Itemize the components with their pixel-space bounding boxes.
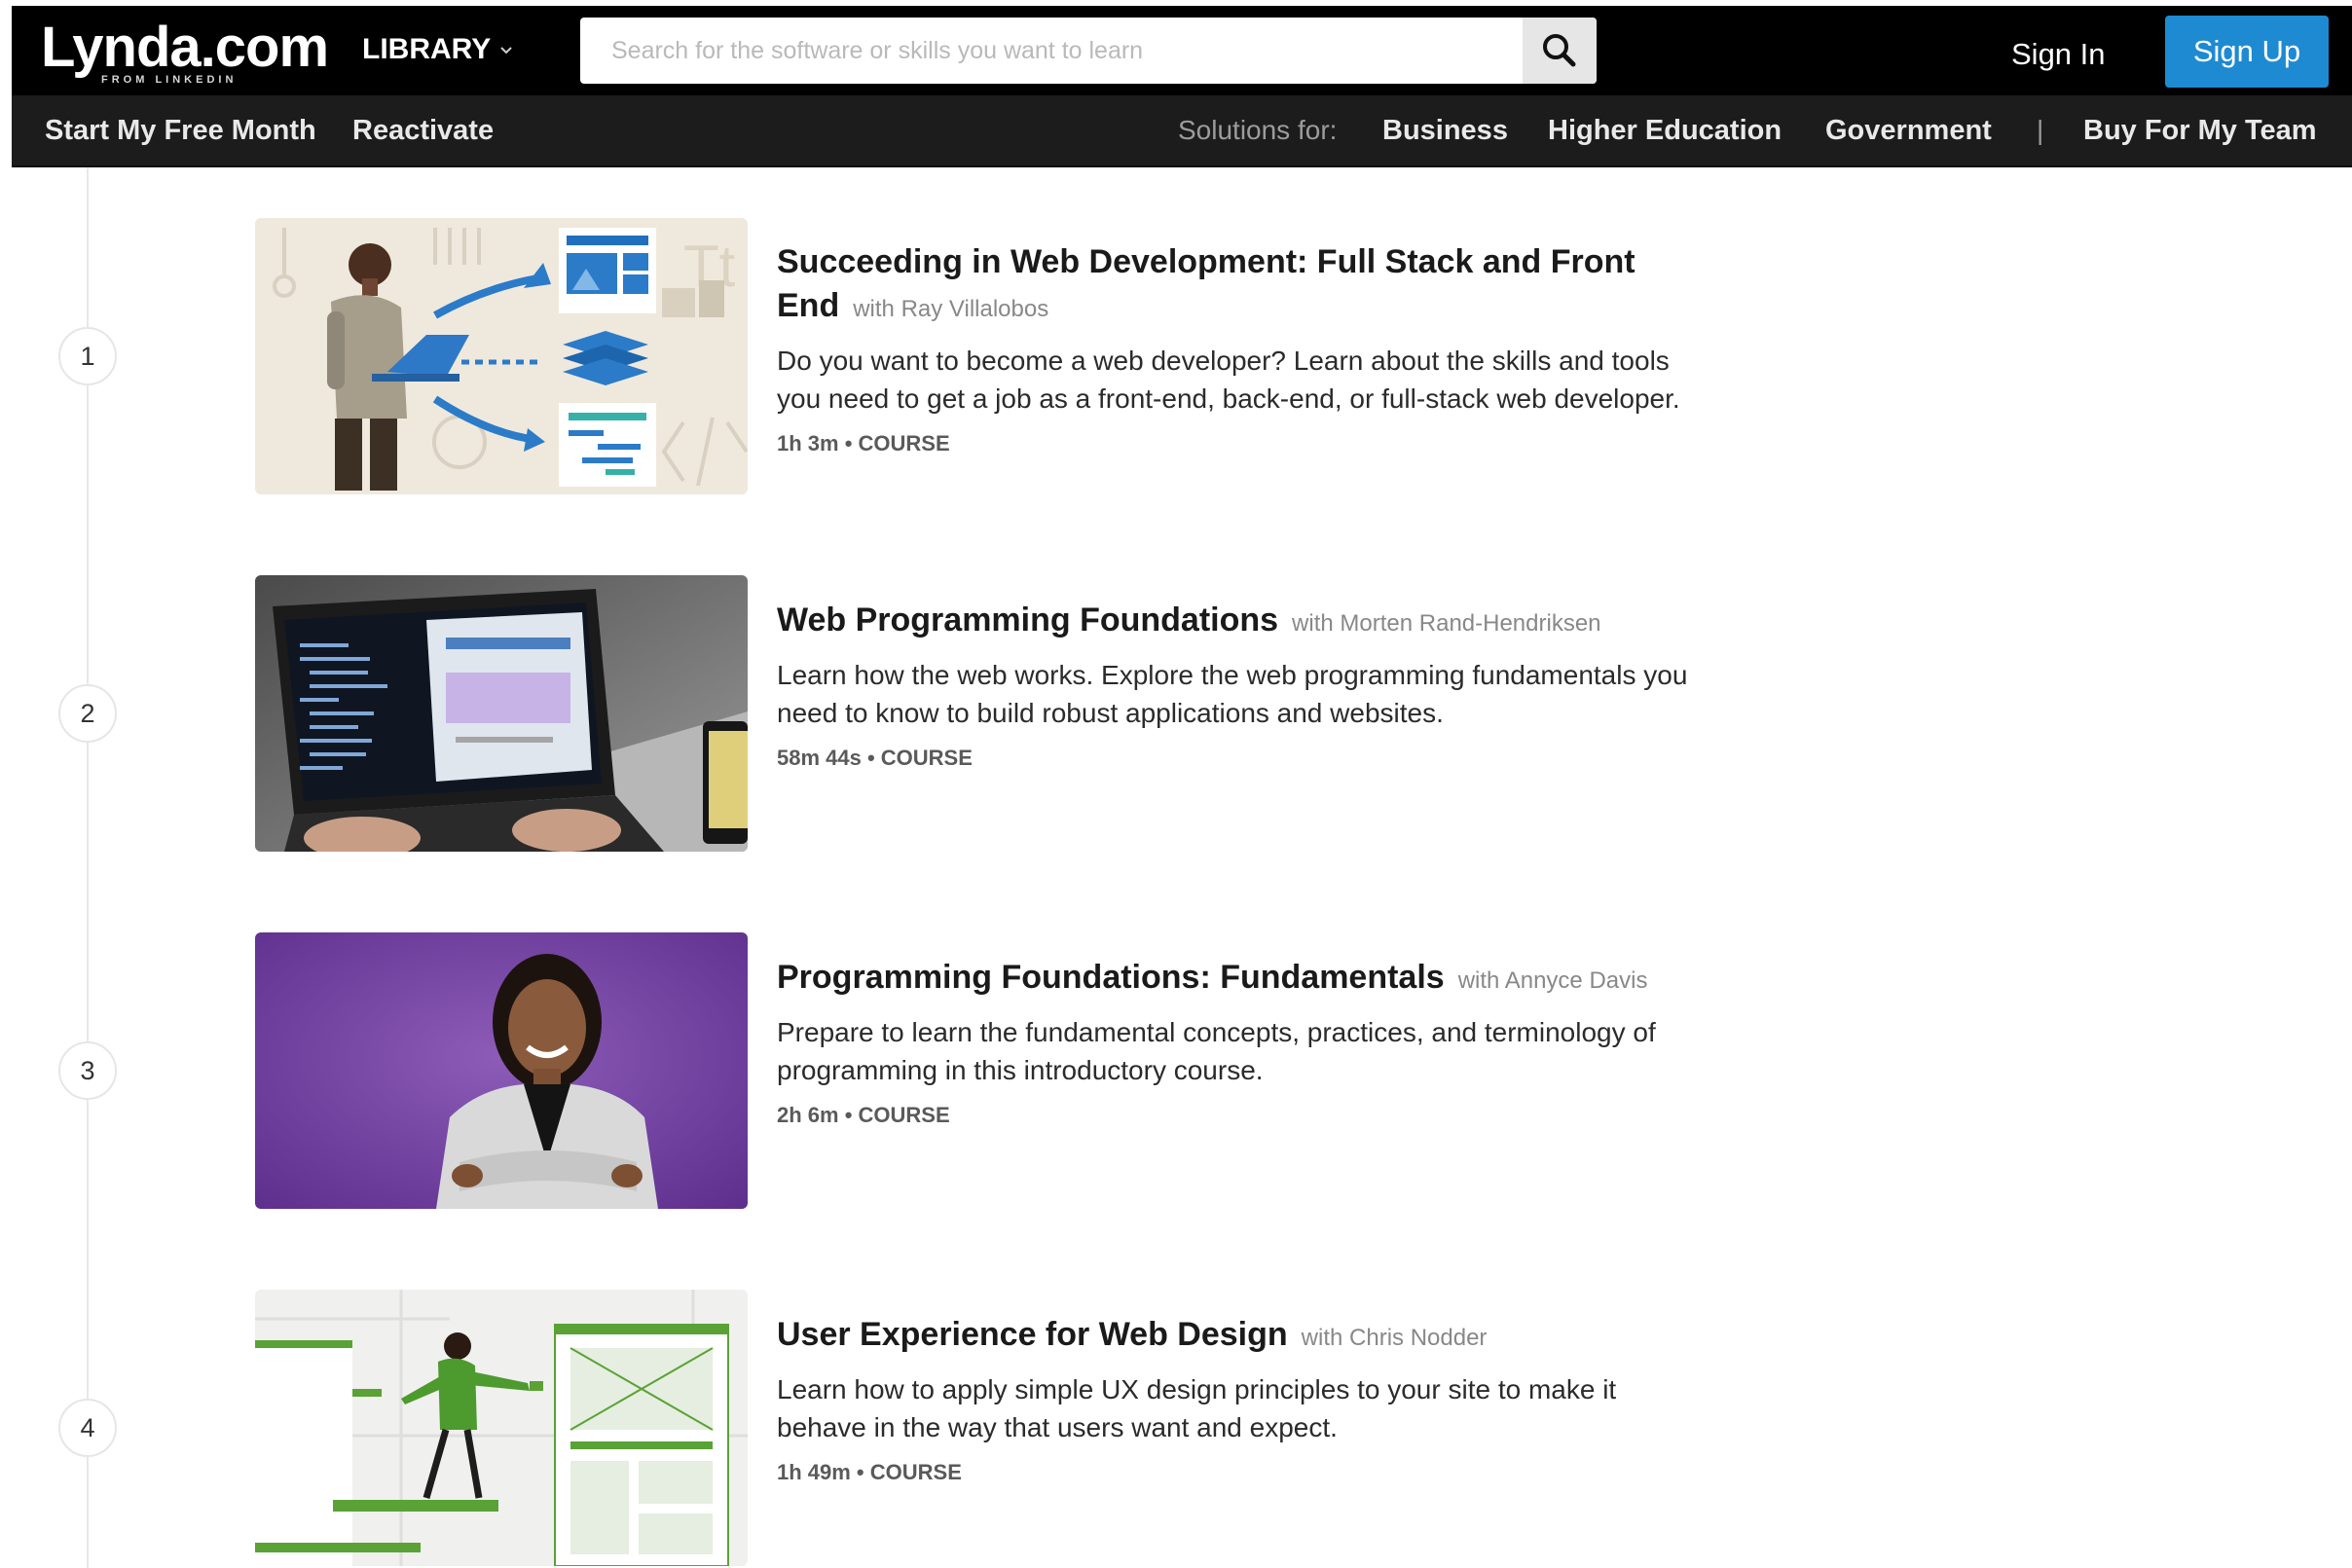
course-description: Do you want to become a web developer? L… bbox=[777, 346, 1680, 414]
search-bar bbox=[580, 18, 1597, 84]
course-duration: 1h 3m • COURSE bbox=[777, 431, 950, 456]
course-thumbnail-ux-web-design[interactable] bbox=[255, 1290, 748, 1566]
solutions-business-link[interactable]: Business bbox=[1382, 115, 1508, 147]
course-duration: 2h 6m • COURSE bbox=[777, 1103, 950, 1127]
sign-in-link[interactable]: Sign In bbox=[2011, 37, 2106, 72]
web-development-illustration: Tt bbox=[255, 218, 748, 494]
search-button[interactable] bbox=[1523, 18, 1597, 84]
ux-design-illustration bbox=[255, 1290, 748, 1566]
solutions-government-link[interactable]: Government bbox=[1825, 115, 1992, 147]
course-info: Web Programming Foundations with Morten R… bbox=[777, 602, 1692, 771]
sign-up-button[interactable]: Sign Up bbox=[2165, 16, 2329, 88]
course-author: with Morten Rand-Hendriksen bbox=[1292, 610, 1601, 637]
top-nav-bar: Lynda.com FROM LINKEDIN LIBRARY Sign In … bbox=[12, 6, 2352, 95]
library-label: LIBRARY bbox=[362, 33, 492, 65]
course-number-badge: 1 bbox=[58, 327, 117, 385]
course-info: Programming Foundations: Fundamentals wit… bbox=[777, 959, 1692, 1128]
search-input[interactable] bbox=[580, 18, 1523, 84]
course-thumbnail-programming-foundations[interactable] bbox=[255, 932, 748, 1209]
course-author: with Ray Villalobos bbox=[853, 296, 1049, 322]
course-title-link[interactable]: Programming Foundations: Fundamentals bbox=[777, 959, 1445, 996]
course-info: User Experience for Web Design with Chris… bbox=[777, 1316, 1692, 1485]
course-duration: 58m 44s • COURSE bbox=[777, 746, 973, 770]
course-thumbnail-web-programming[interactable] bbox=[255, 575, 748, 852]
course-title-link[interactable]: Web Programming Foundations bbox=[777, 602, 1278, 638]
course-info: Succeeding in Web Development: Full Stac… bbox=[777, 243, 1692, 456]
course-description: Learn how to apply simple UX design prin… bbox=[777, 1374, 1617, 1442]
course-duration: 1h 49m • COURSE bbox=[777, 1460, 962, 1484]
logo-subtext: FROM LINKEDIN bbox=[101, 74, 238, 86]
instructor-portrait-photo bbox=[255, 932, 748, 1209]
buy-for-team-link[interactable]: Buy For My Team bbox=[2083, 115, 2317, 147]
lynda-logo[interactable]: Lynda.com FROM LINKEDIN bbox=[41, 16, 329, 87]
solutions-label: Solutions for: bbox=[1178, 115, 1338, 145]
laptop-code-photo bbox=[255, 575, 748, 852]
chevron-down-icon bbox=[500, 47, 512, 55]
course-description: Prepare to learn the fundamental concept… bbox=[777, 1017, 1656, 1085]
course-author: with Annyce Davis bbox=[1457, 967, 1648, 994]
secondary-nav-bar: Start My Free Month Reactivate Solutions… bbox=[12, 95, 2352, 167]
course-description: Learn how the web works. Explore the web… bbox=[777, 660, 1688, 728]
solutions-higher-education-link[interactable]: Higher Education bbox=[1548, 115, 1782, 147]
course-number-badge: 4 bbox=[58, 1399, 117, 1457]
course-thumbnail-full-stack[interactable]: Tt bbox=[255, 218, 748, 494]
library-menu[interactable]: LIBRARY bbox=[362, 33, 514, 66]
course-number-badge: 2 bbox=[58, 684, 117, 743]
nav-separator: | bbox=[2037, 115, 2044, 145]
course-author: with Chris Nodder bbox=[1301, 1325, 1488, 1351]
course-number-badge: 3 bbox=[58, 1041, 117, 1100]
logo-wordmark: Lynda.com bbox=[41, 16, 329, 79]
search-icon bbox=[1543, 34, 1576, 67]
course-title-link[interactable]: User Experience for Web Design bbox=[777, 1316, 1288, 1353]
start-free-month-link[interactable]: Start My Free Month bbox=[45, 115, 316, 147]
reactivate-link[interactable]: Reactivate bbox=[352, 115, 494, 147]
